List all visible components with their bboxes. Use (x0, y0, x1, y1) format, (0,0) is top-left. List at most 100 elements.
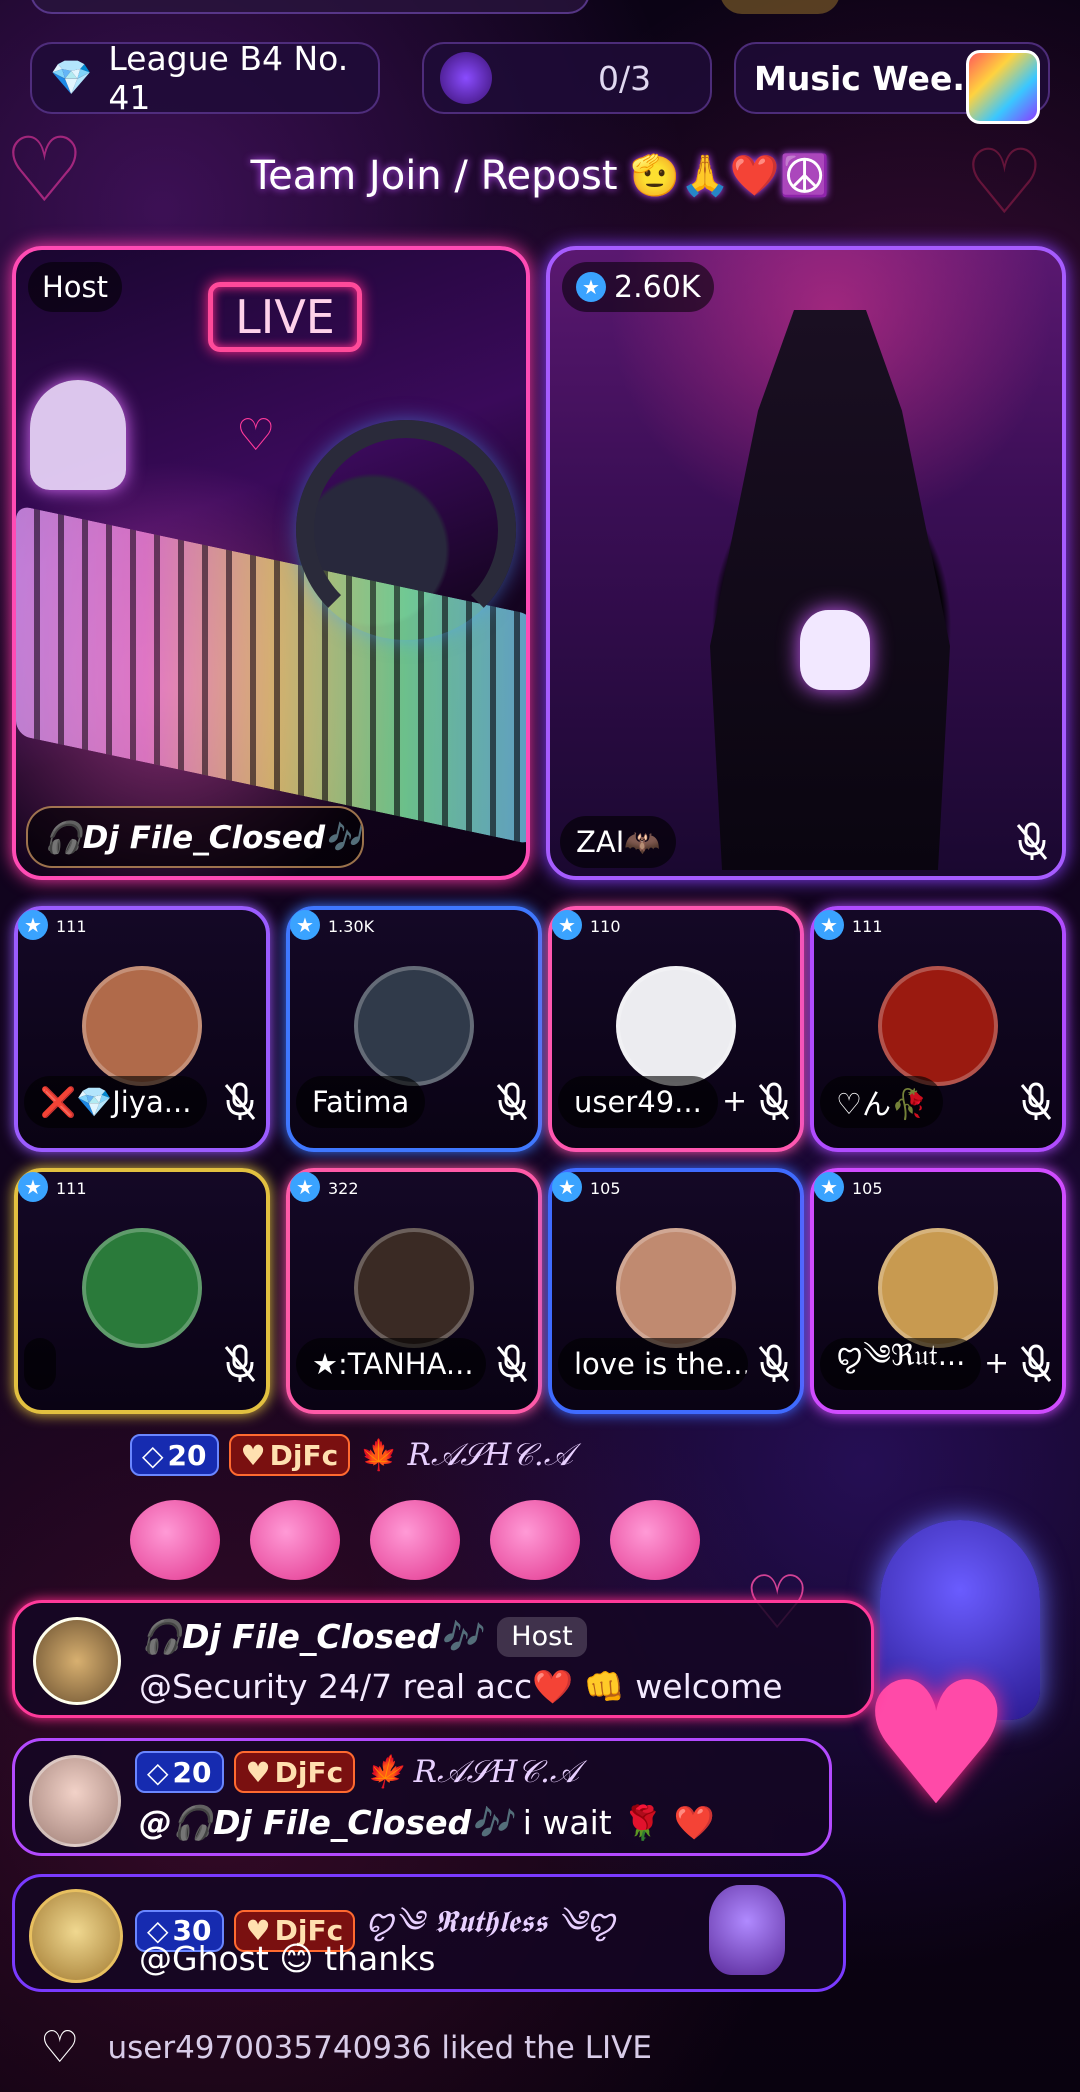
seat-avatar[interactable] (354, 1228, 474, 1348)
guest-seat[interactable]: ★ 322 ★:TANHA... (286, 1168, 542, 1414)
chat-message[interactable]: ◇ 20 ♥ DjFc 🍁 𝑅𝒜𝒮𝐻𝒞.𝒜 @🎧Dj File_Closed🎶 … (12, 1738, 832, 1856)
gift-face-icon (250, 1500, 340, 1580)
host-name[interactable]: 🎧Dj File_Closed🎶 (26, 806, 364, 868)
chat-message[interactable]: 🎧Dj File_Closed🎶 Host @Security 24/7 rea… (12, 1600, 874, 1718)
cohost-seat[interactable]: ★ 2.60K ZAI🦇 (546, 246, 1066, 880)
activity-row: ♡ user4970035740936 liked the LIVE (40, 2022, 652, 2073)
music-week-badge[interactable]: Music Wee... (734, 42, 1050, 124)
guest-seat[interactable]: ★ 110 user49... + (548, 906, 804, 1152)
guest-seat[interactable]: ★ 1.30K Fatima (286, 906, 542, 1152)
chat-text: @Ghost 😊 thanks (139, 1939, 436, 1978)
host-seat[interactable]: Host LIVE ♡ 🎧Dj File_Closed🎶 (12, 246, 530, 880)
mic-muted-icon (1012, 822, 1052, 862)
chat-avatar[interactable] (29, 1755, 121, 1847)
fan-club-badge: ♥ DjFc (233, 1751, 356, 1793)
seat-avatar[interactable] (878, 1228, 998, 1348)
cohost-score-value: 2.60K (614, 269, 701, 305)
star-icon: ★ (552, 910, 582, 940)
seat-score-value: 111 (852, 917, 883, 936)
chat-header: ◇ 20 ♥ DjFc 🍁 𝑅𝒜𝒮𝐻𝒞.𝒜 (135, 1751, 579, 1793)
gift-face-icon (370, 1500, 460, 1580)
mic-muted-icon (492, 1344, 532, 1384)
heart-decoration-icon: ♥ (860, 1646, 1013, 1844)
league-label: League B4 No. 41 (108, 39, 349, 117)
guest-seat[interactable]: ★ 105 love is the... (548, 1168, 804, 1414)
guest-seat[interactable]: ★ 111 (14, 1168, 270, 1414)
cohost-score: ★ 2.60K (562, 262, 715, 312)
top-actions[interactable] (720, 0, 840, 14)
chat-username[interactable]: 🍁 𝑅𝒜𝒮𝐻𝒞.𝒜 (365, 1753, 579, 1791)
seat-score-value: 110 (590, 917, 621, 936)
chat-level: 20 (172, 1755, 212, 1789)
add-user-icon[interactable]: + (722, 1084, 747, 1119)
cohost-name[interactable]: ZAI🦇 (560, 816, 677, 868)
chat-text-body: i wait 🌹 ❤️ (512, 1803, 715, 1842)
star-icon: ★ (18, 1172, 48, 1202)
seat-score-value: 111 (56, 1179, 87, 1198)
seat-avatar[interactable] (878, 966, 998, 1086)
seat-score: ★ 105 (814, 1172, 1062, 1202)
seat-avatar[interactable] (354, 966, 474, 1086)
diamond-level: 20 (167, 1438, 207, 1472)
guest-seat[interactable]: ★ 105 ꨄ︎༄ℜ𝔲𝔱... + (810, 1168, 1066, 1414)
seat-name[interactable]: user49... (558, 1076, 718, 1128)
seat-avatar[interactable] (616, 1228, 736, 1348)
seat-name[interactable] (24, 1338, 56, 1390)
star-icon: ★ (576, 272, 606, 302)
seat-avatar[interactable] (616, 966, 736, 1086)
seat-score: ★ 110 (552, 910, 800, 940)
seat-name[interactable]: ꨄ︎༄ℜ𝔲𝔱... (820, 1338, 982, 1390)
mic-muted-icon (754, 1344, 794, 1384)
gift-face-icon (610, 1500, 700, 1580)
seat-score-value: 105 (852, 1179, 883, 1198)
seat-score: ★ 1.30K (290, 910, 538, 940)
host-role-badge: Host (497, 1617, 587, 1657)
chat-badge: DjFc (274, 1755, 344, 1789)
seat-score: ★ 111 (814, 910, 1062, 940)
chat-avatar[interactable] (33, 1617, 121, 1705)
seat-score: ★ 111 (18, 1172, 266, 1202)
chat-username[interactable]: 🎧Dj File_Closed🎶 (141, 1617, 481, 1657)
seat-name[interactable]: ★:TANHA... (296, 1338, 486, 1390)
gift-face-icon (490, 1500, 580, 1580)
star-icon: ★ (552, 1172, 582, 1202)
chat-avatar[interactable] (29, 1889, 123, 1983)
seat-name[interactable]: love is the... (558, 1338, 748, 1390)
mascot-icon (440, 52, 492, 104)
seat-score: ★ 111 (18, 910, 266, 940)
fan-badge-label: DjFc (269, 1438, 339, 1472)
diamond-icon: 💎 (50, 58, 93, 98)
music-week-label: Music Wee... (754, 58, 990, 98)
chat-header: 🎧Dj File_Closed🎶 Host (141, 1617, 587, 1657)
chat-text: @Security 24/7 real acc❤️ 👊 welcome (139, 1667, 783, 1706)
seat-name[interactable]: Fatima (296, 1076, 426, 1128)
gift-animation (130, 1490, 730, 1580)
chat-message[interactable]: ◇ 30 ♥ DjFc ꨄ︎༄ 𝕽𝖚𝖙𝖍𝖑𝖊𝖘𝖘 ༄ꨄ︎ @Ghost 😊 th… (12, 1874, 846, 1992)
mic-muted-icon (220, 1082, 260, 1122)
challenge-counter[interactable]: 0/3 (422, 42, 712, 114)
chat-mention[interactable]: @🎧Dj File_Closed🎶 (139, 1803, 512, 1842)
star-icon: ★ (290, 910, 320, 940)
reaper-art (710, 310, 950, 870)
guest-seat[interactable]: ★ 111 ❌💎Jiya... (14, 906, 270, 1152)
seat-name[interactable]: ❌💎Jiya... (24, 1076, 208, 1128)
seat-score-value: 105 (590, 1179, 621, 1198)
seat-avatar[interactable] (82, 1228, 202, 1348)
fan-club-badge: ♥ DjFc (228, 1434, 351, 1476)
gift-sender-row: ◇ 20 ♥ DjFc 🍁 𝑅𝒜𝒮𝐻𝒞.𝒜 (130, 1434, 573, 1476)
skull-icon (800, 610, 870, 690)
seat-score-value: 111 (56, 917, 87, 936)
challenge-count: 0/3 (598, 58, 652, 98)
guest-seat[interactable]: ★ 111 ♡ん🥀 (810, 906, 1066, 1152)
mic-muted-icon (1016, 1082, 1056, 1122)
seat-name[interactable]: ♡ん🥀 (820, 1076, 944, 1128)
heart-outline-icon: ♡ (40, 2022, 80, 2073)
skull-decoration-icon (709, 1885, 785, 1975)
maple-leaf-icon: 🍁 (360, 1437, 398, 1473)
host-profile-chip[interactable] (30, 0, 590, 14)
ghost-icon (30, 380, 126, 490)
seat-avatar[interactable] (82, 966, 202, 1086)
league-badge[interactable]: 💎 League B4 No. 41 (30, 39, 380, 117)
mic-muted-icon (754, 1082, 794, 1122)
add-user-icon[interactable]: + (984, 1346, 1009, 1381)
